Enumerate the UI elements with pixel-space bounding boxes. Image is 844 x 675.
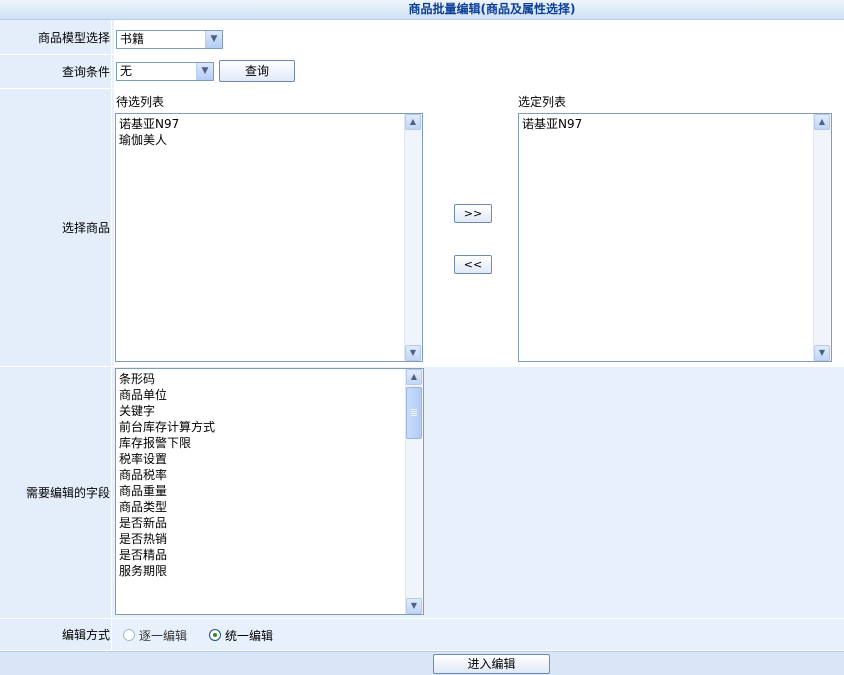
unified-label[interactable]: 统一编辑 — [225, 627, 273, 644]
enter-edit-button[interactable]: 进入编辑 — [433, 654, 550, 674]
query-button[interactable]: 查询 — [219, 60, 295, 82]
list-item[interactable]: 是否精品 — [119, 547, 405, 563]
scrollbar[interactable]: ▲ ▼ — [813, 114, 831, 361]
remove-from-selected-button[interactable]: << — [454, 255, 492, 274]
model-select-value: 书籍 — [120, 32, 145, 46]
list-item[interactable]: 税率设置 — [119, 451, 405, 467]
list-item[interactable]: 前台库存计算方式 — [119, 419, 405, 435]
goods-row: 选择商品 待选列表 选定列表 诺基亚N97 瑜伽美人 ▲ ▼ >> << 诺基亚… — [0, 89, 844, 367]
model-label: 商品模型选择 — [0, 20, 112, 54]
goods-cell: 待选列表 选定列表 诺基亚N97 瑜伽美人 ▲ ▼ >> << 诺基亚N97 ▲… — [114, 89, 844, 366]
mode-label: 编辑方式 — [0, 619, 112, 650]
selected-goods-list[interactable]: 诺基亚N97 ▲ ▼ — [518, 113, 832, 362]
list-item[interactable]: 库存报警下限 — [119, 435, 405, 451]
edit-fields-list[interactable]: 条形码 商品单位 关键字 前台库存计算方式 库存报警下限 税率设置 商品税率 商… — [115, 368, 424, 615]
one-by-one-label[interactable]: 逐一编辑 — [139, 627, 187, 644]
list-item[interactable]: 商品单位 — [119, 387, 405, 403]
footer-bar: 进入编辑 — [0, 651, 844, 675]
one-by-one-radio[interactable] — [123, 629, 135, 641]
list-item[interactable]: 关键字 — [119, 403, 405, 419]
batch-edit-page: 商品批量编辑(商品及属性选择) 商品模型选择 书籍 ▼ 查询条件 无 ▼ 查询 … — [0, 0, 844, 675]
list-item[interactable]: 诺基亚N97 — [522, 116, 813, 132]
model-select[interactable]: 书籍 ▼ — [116, 30, 223, 49]
available-list-caption: 待选列表 — [116, 95, 165, 109]
page-title: 商品批量编辑(商品及属性选择) — [408, 2, 576, 16]
scrollbar-thumb[interactable] — [406, 387, 422, 439]
list-item[interactable]: 商品重量 — [119, 483, 405, 499]
list-item[interactable]: 是否热销 — [119, 531, 405, 547]
scroll-down-icon[interactable]: ▼ — [405, 345, 421, 361]
fields-row: 需要编辑的字段 条形码 商品单位 关键字 前台库存计算方式 库存报警下限 税率设… — [0, 367, 844, 619]
list-item[interactable]: 服务期限 — [119, 563, 405, 579]
mode-cell: 逐一编辑 统一编辑 — [114, 619, 844, 650]
scroll-up-icon[interactable]: ▲ — [406, 369, 422, 385]
model-row: 商品模型选择 书籍 ▼ — [0, 20, 844, 55]
query-condition-select[interactable]: 无 ▼ — [116, 62, 214, 81]
page-title-bar: 商品批量编辑(商品及属性选择) — [0, 0, 844, 20]
scroll-down-icon[interactable]: ▼ — [814, 345, 830, 361]
model-cell: 书籍 ▼ — [114, 20, 844, 54]
query-label: 查询条件 — [0, 55, 112, 88]
chevron-down-icon[interactable]: ▼ — [205, 31, 222, 48]
available-goods-list[interactable]: 诺基亚N97 瑜伽美人 ▲ ▼ — [115, 113, 423, 362]
query-cell: 无 ▼ 查询 — [114, 55, 844, 88]
scroll-up-icon[interactable]: ▲ — [814, 114, 830, 130]
chevron-down-icon[interactable]: ▼ — [196, 63, 213, 80]
scrollbar[interactable]: ▲ ▼ — [405, 369, 423, 614]
list-item[interactable]: 商品税率 — [119, 467, 405, 483]
goods-label: 选择商品 — [0, 89, 112, 366]
selected-list-caption: 选定列表 — [518, 95, 567, 109]
scrollbar[interactable]: ▲ ▼ — [404, 114, 422, 361]
fields-label: 需要编辑的字段 — [0, 367, 112, 618]
fields-cell: 条形码 商品单位 关键字 前台库存计算方式 库存报警下限 税率设置 商品税率 商… — [114, 367, 844, 618]
list-item[interactable]: 是否新品 — [119, 515, 405, 531]
query-row: 查询条件 无 ▼ 查询 — [0, 55, 844, 89]
list-item[interactable]: 瑜伽美人 — [119, 132, 404, 148]
unified-radio[interactable] — [209, 629, 221, 641]
query-condition-value: 无 — [120, 64, 133, 78]
list-item[interactable]: 诺基亚N97 — [119, 116, 404, 132]
list-item[interactable]: 条形码 — [119, 371, 405, 387]
mode-row: 编辑方式 逐一编辑 统一编辑 — [0, 619, 844, 651]
list-item[interactable]: 商品类型 — [119, 499, 405, 515]
add-to-selected-button[interactable]: >> — [454, 204, 492, 223]
scroll-up-icon[interactable]: ▲ — [405, 114, 421, 130]
scroll-down-icon[interactable]: ▼ — [406, 598, 422, 614]
